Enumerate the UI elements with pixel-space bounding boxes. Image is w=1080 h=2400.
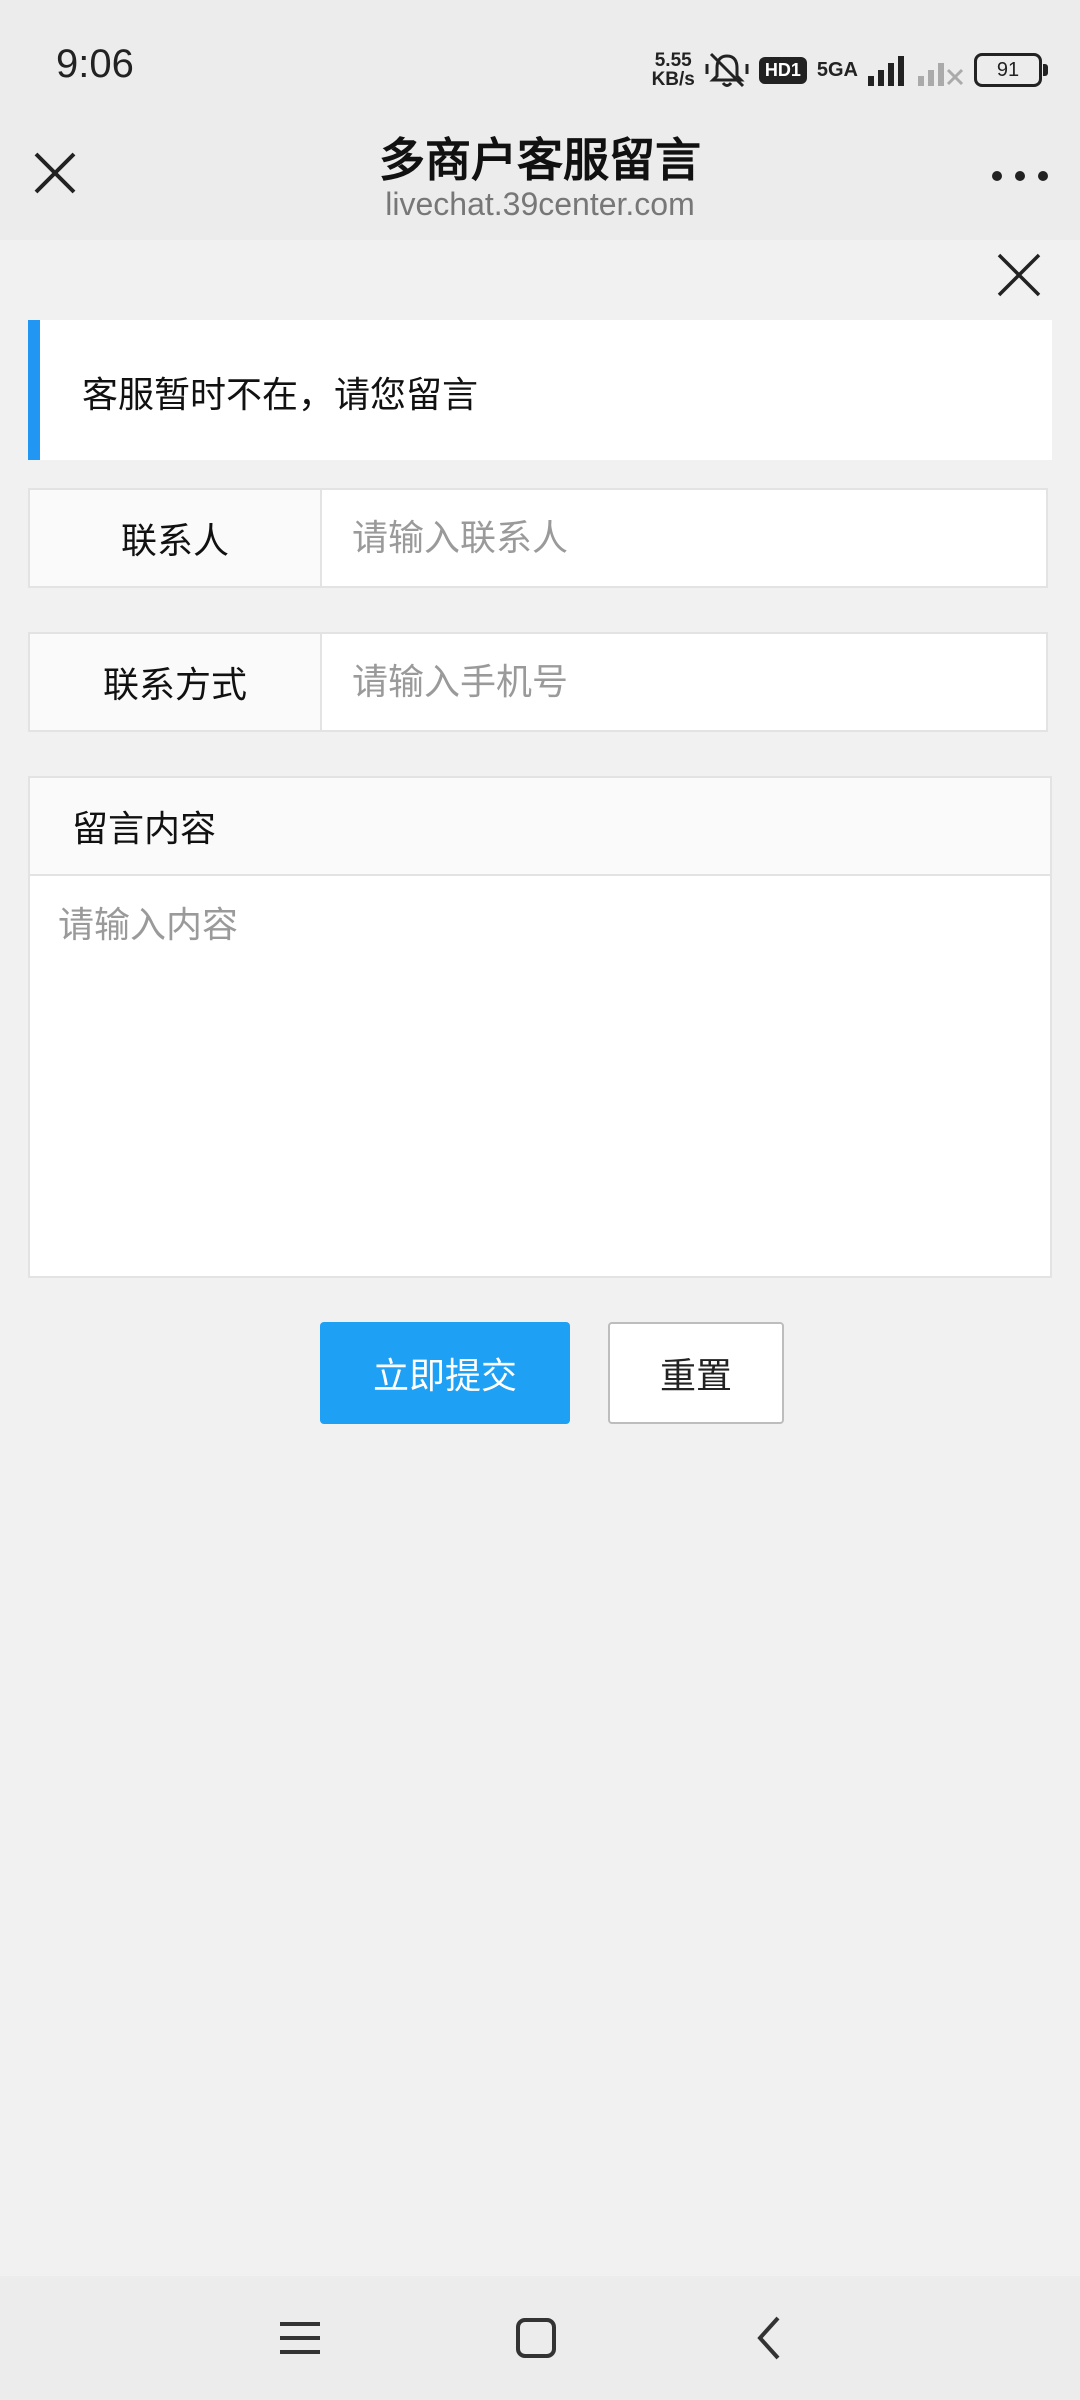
- network-speed-value: 5.55: [654, 50, 692, 71]
- network-speed-unit: KB/s: [651, 69, 695, 90]
- network-type: 5GA: [816, 58, 858, 81]
- nav-bar: 多商户客服留言 livechat.39center.com: [0, 133, 1080, 240]
- notice-text: 客服暂时不在，请您留言: [82, 375, 479, 416]
- menu-icon[interactable]: [268, 2306, 332, 2370]
- status-bar: 9:06 5.55 KB/s HD1 5GA 91: [0, 0, 1080, 140]
- message-label: 留言内容: [30, 778, 1050, 876]
- more-dot: [1038, 171, 1048, 181]
- phone-input[interactable]: [322, 634, 1046, 730]
- signal-no-service-icon: [918, 63, 964, 86]
- status-indicators: 5.55 KB/s HD1 5GA 91: [652, 48, 1048, 92]
- phone-label: 联系方式: [30, 634, 322, 730]
- network-speed: 5.55 KB/s: [652, 51, 695, 89]
- offline-notice: 客服暂时不在，请您留言: [28, 320, 1052, 460]
- hd-badge: HD1: [758, 56, 807, 84]
- battery-icon: 91: [974, 53, 1048, 87]
- phone-row: 联系方式: [28, 632, 1048, 732]
- submit-button[interactable]: 立即提交: [320, 1322, 570, 1424]
- signal-strength-icon: [868, 56, 904, 86]
- contact-row: 联系人: [28, 488, 1048, 588]
- system-nav-bar: [0, 2276, 1080, 2400]
- more-dot: [1015, 171, 1025, 181]
- back-icon[interactable]: [738, 2306, 802, 2370]
- page-url: livechat.39center.com: [385, 186, 695, 222]
- contact-input[interactable]: [322, 490, 1046, 586]
- more-dot: [992, 171, 1002, 181]
- bell-muted-icon: [705, 52, 749, 88]
- message-block: 留言内容: [28, 776, 1052, 1278]
- home-icon[interactable]: [504, 2306, 568, 2370]
- more-menu-icon[interactable]: [992, 166, 1048, 186]
- battery-level: 91: [996, 58, 1020, 81]
- status-time: 9:06: [56, 42, 134, 86]
- dialog-close-icon[interactable]: [996, 252, 1042, 298]
- page-title: 多商户客服留言: [379, 133, 701, 187]
- reset-button[interactable]: 重置: [608, 1322, 784, 1424]
- contact-label: 联系人: [30, 490, 322, 586]
- message-textarea[interactable]: [30, 876, 1050, 1274]
